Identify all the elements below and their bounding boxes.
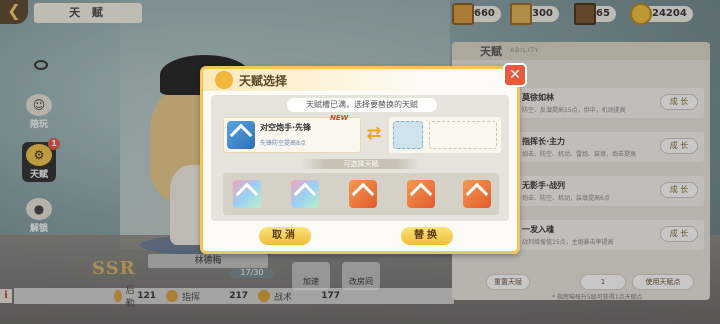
dialog-body: 天赋槽已满，选择要替换的天赋 对空炮手·先锋 先锋防空提高8点 NEW ⇄ 可选… bbox=[211, 95, 509, 221]
rank-chevron-icon[interactable] bbox=[291, 180, 319, 208]
talent-select-dialog: 天赋选择 ✕ 天赋槽已满，选择要替换的天赋 对空炮手·先锋 先锋防空提高8点 N… bbox=[200, 63, 527, 254]
dialog-title: 天赋选择 bbox=[239, 74, 288, 88]
talent-options-row bbox=[223, 173, 499, 215]
close-icon: ✕ bbox=[509, 67, 521, 83]
paw-icon bbox=[215, 71, 233, 89]
current-talent-card[interactable]: 对空炮手·先锋 先锋防空提高8点 NEW bbox=[223, 114, 361, 153]
empty-talent-slot[interactable] bbox=[389, 117, 501, 153]
empty-slot-icon bbox=[393, 121, 423, 149]
slot-full-hint: 天赋槽已满，选择要替换的天赋 bbox=[287, 98, 437, 112]
current-talent-name: 对空炮手·先锋 bbox=[260, 123, 312, 132]
swap-arrows-icon: ⇄ bbox=[366, 123, 382, 144]
empty-slot-text bbox=[429, 121, 497, 149]
cancel-button[interactable]: 取消 bbox=[259, 227, 311, 245]
current-talent-desc: 先锋防空提高8点 bbox=[260, 140, 306, 147]
anti-air-icon bbox=[227, 121, 255, 149]
new-tag: NEW bbox=[330, 114, 349, 122]
replace-button[interactable]: 替换 bbox=[401, 227, 453, 245]
dialog-header: 天赋选择 bbox=[203, 69, 517, 91]
rank-chevron-icon[interactable] bbox=[233, 180, 261, 208]
rank-chevron-icon[interactable] bbox=[463, 180, 491, 208]
rank-chevron-icon[interactable] bbox=[407, 180, 435, 208]
talent-option-icon[interactable] bbox=[349, 180, 377, 208]
options-label: 可选择天赋 bbox=[301, 159, 421, 169]
close-button[interactable]: ✕ bbox=[503, 63, 527, 87]
